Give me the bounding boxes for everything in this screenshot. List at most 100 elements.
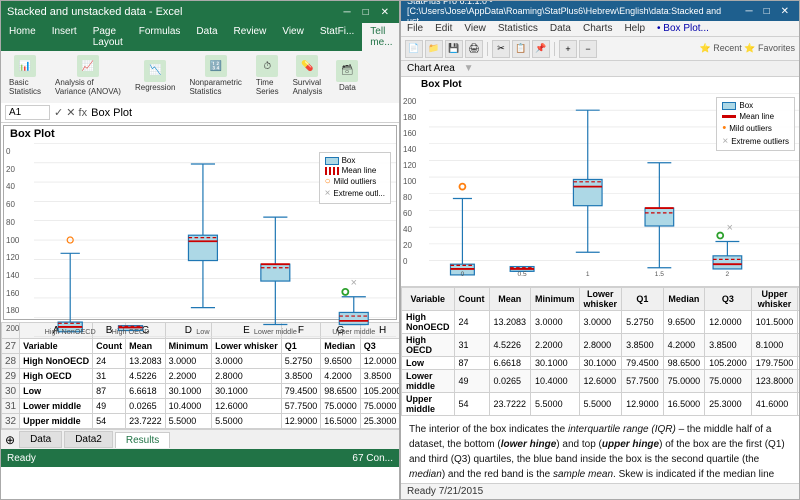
sp-col-count: Count bbox=[454, 288, 489, 311]
cell-30-6: 98.6500 bbox=[321, 384, 361, 399]
cell-32-5: 12.9000 bbox=[281, 414, 321, 429]
svg-text:0: 0 bbox=[461, 271, 465, 278]
time-series-btn[interactable]: ⏱ TimeSeries bbox=[252, 53, 283, 98]
sp-menu-data[interactable]: Data bbox=[544, 21, 577, 36]
row-header-31: 31 bbox=[2, 399, 20, 414]
statplus-window: StatPlus Pro 6.1.1.0 - [C:\Users\Jose\Ap… bbox=[400, 0, 800, 500]
sp-zoom-out-btn[interactable]: − bbox=[579, 40, 597, 58]
name-box[interactable] bbox=[5, 105, 50, 120]
sp-cell-2-5: 79.4500 bbox=[622, 357, 664, 370]
sp-copy-btn[interactable]: 📋 bbox=[512, 40, 530, 58]
cell-32-7: 25.3000 bbox=[360, 414, 399, 429]
sp-chart-title: Box Plot bbox=[401, 77, 799, 92]
basic-stats-btn[interactable]: 📊 BasicStatistics bbox=[5, 53, 45, 98]
cell-30-2: 6.6618 bbox=[126, 384, 166, 399]
sp-cell-4-6: 16.5000 bbox=[663, 393, 705, 416]
cell-32-0: Upper middle bbox=[20, 414, 93, 429]
sp-cell-2-4: 30.1000 bbox=[579, 357, 622, 370]
sp-col-variable: Variable bbox=[402, 288, 455, 311]
tab-formulas[interactable]: Formulas bbox=[131, 23, 189, 51]
close-btn[interactable]: ✕ bbox=[377, 7, 393, 18]
sp-data-table: Variable Count Mean Minimum Lower whiske… bbox=[401, 287, 799, 416]
svg-text:×: × bbox=[351, 277, 357, 289]
maximize-btn[interactable]: □ bbox=[359, 7, 373, 18]
cell-27-4: Lower whisker bbox=[212, 339, 282, 354]
sp-maximize-btn[interactable]: □ bbox=[760, 6, 774, 17]
sp-cell-1-3: 2.2000 bbox=[531, 334, 580, 357]
tab-view[interactable]: View bbox=[274, 23, 312, 51]
tab-review[interactable]: Review bbox=[226, 23, 275, 51]
tab-home[interactable]: Home bbox=[1, 23, 44, 51]
sheet-tab-data[interactable]: Data bbox=[19, 431, 62, 448]
tab-insert[interactable]: Insert bbox=[44, 23, 85, 51]
cell-31-3: 10.4000 bbox=[165, 399, 212, 414]
cell-29-3: 2.2000 bbox=[165, 369, 212, 384]
sp-legend-extreme: × Extreme outliers bbox=[722, 136, 789, 147]
sp-cell-3-2: 0.0265 bbox=[489, 370, 531, 393]
row-header-30: 30 bbox=[2, 384, 20, 399]
sp-legend-mean-color bbox=[722, 115, 736, 118]
sheet-tab-results[interactable]: Results bbox=[115, 432, 170, 448]
legend-box: Box bbox=[325, 156, 385, 165]
survival-btn[interactable]: 💊 SurvivalAnalysis bbox=[289, 53, 327, 98]
statplus-title-bar: StatPlus Pro 6.1.1.0 - [C:\Users\Jose\Ap… bbox=[401, 1, 799, 21]
legend-mild: ○ Mild outliers bbox=[325, 176, 385, 187]
sp-col-q3: Q3 bbox=[705, 288, 752, 311]
regression-btn[interactable]: 📉 Regression bbox=[131, 58, 179, 94]
sp-col-q1: Q1 bbox=[622, 288, 664, 311]
regression-icon: 📉 bbox=[144, 60, 166, 82]
sp-menu-help[interactable]: Help bbox=[618, 21, 651, 36]
cell-27-1: Count bbox=[93, 339, 126, 354]
tab-home-active[interactable]: Tell me... bbox=[362, 23, 400, 51]
sp-menu-file[interactable]: File bbox=[401, 21, 429, 36]
tab-data[interactable]: Data bbox=[188, 23, 225, 51]
sp-close-btn[interactable]: ✕ bbox=[777, 6, 793, 17]
formula-input[interactable] bbox=[91, 107, 395, 119]
new-sheet-btn[interactable]: ⊕ bbox=[5, 433, 15, 447]
anova-btn[interactable]: 📈 Analysis ofVariance (ANOVA) bbox=[51, 53, 125, 98]
statplus-toolbar: 📄 📁 💾 🖨 ✂ 📋 📌 + − ⭐ Recent ⭐ Favorites bbox=[401, 37, 799, 61]
sp-open-btn[interactable]: 📁 bbox=[425, 40, 443, 58]
sp-paste-btn[interactable]: 📌 bbox=[532, 40, 550, 58]
sp-cut-btn[interactable]: ✂ bbox=[492, 40, 510, 58]
cell-28-4: 3.0000 bbox=[212, 354, 282, 369]
sp-menu-statistics[interactable]: Statistics bbox=[492, 21, 544, 36]
sp-minimize-btn[interactable]: ─ bbox=[741, 6, 756, 17]
cell-27-6: Median bbox=[321, 339, 361, 354]
nonparametric-btn[interactable]: 🔢 NonparametricStatistics bbox=[185, 53, 245, 98]
minimize-btn[interactable]: ─ bbox=[339, 7, 354, 18]
sheet-tab-data2[interactable]: Data2 bbox=[64, 431, 113, 448]
excel-chart-inner: 200 180 160 140 120 100 80 60 40 20 0 bbox=[4, 142, 396, 338]
sp-menu-charts[interactable]: Charts bbox=[577, 21, 618, 36]
sp-chart-inner: 0 20 40 60 80 100 120 140 160 180 200 bbox=[401, 92, 799, 280]
cell-28-3: 3.0000 bbox=[165, 354, 212, 369]
cell-29-0: High OECD bbox=[20, 369, 93, 384]
sp-new-btn[interactable]: 📄 bbox=[405, 40, 423, 58]
sp-col-lw: Lower whisker bbox=[579, 288, 622, 311]
sp-cell-2-6: 98.6500 bbox=[663, 357, 705, 370]
time-series-icon: ⏱ bbox=[256, 55, 278, 77]
sp-cell-4-1: 54 bbox=[454, 393, 489, 416]
survival-icon: 💊 bbox=[296, 55, 318, 77]
svg-text:High OECD: High OECD bbox=[112, 327, 150, 336]
sp-cell-0-8: 101.5000 bbox=[751, 311, 798, 334]
statplus-menu-bar: File Edit View Statistics Data Charts He… bbox=[401, 21, 799, 37]
sp-cell-3-9: 123.8000 bbox=[798, 370, 799, 393]
excel-title-bar: Stacked and unstacked data - Excel ─ □ ✕ bbox=[1, 1, 399, 23]
excel-status-info: 67 Con... bbox=[352, 453, 393, 464]
tab-page-layout[interactable]: Page Layout bbox=[85, 23, 131, 51]
cell-28-2: 13.2083 bbox=[126, 354, 166, 369]
sp-menu-view[interactable]: View bbox=[458, 21, 492, 36]
sp-menu-edit[interactable]: Edit bbox=[429, 21, 458, 36]
sp-col-median: Median bbox=[663, 288, 705, 311]
cell-27-2: Mean bbox=[126, 339, 166, 354]
cell-32-3: 5.5000 bbox=[165, 414, 212, 429]
sp-save-btn[interactable]: 💾 bbox=[445, 40, 463, 58]
sp-print-btn[interactable]: 🖨 bbox=[465, 40, 483, 58]
legend-extreme: × Extreme outl... bbox=[325, 188, 385, 199]
sp-zoom-in-btn[interactable]: + bbox=[559, 40, 577, 58]
sp-menu-boxplot[interactable]: • Box Plot... bbox=[651, 21, 715, 36]
data-btn[interactable]: 🗃 Data bbox=[332, 58, 362, 94]
cell-32-6: 16.5000 bbox=[321, 414, 361, 429]
tab-statfi[interactable]: StatFi... bbox=[312, 23, 362, 51]
